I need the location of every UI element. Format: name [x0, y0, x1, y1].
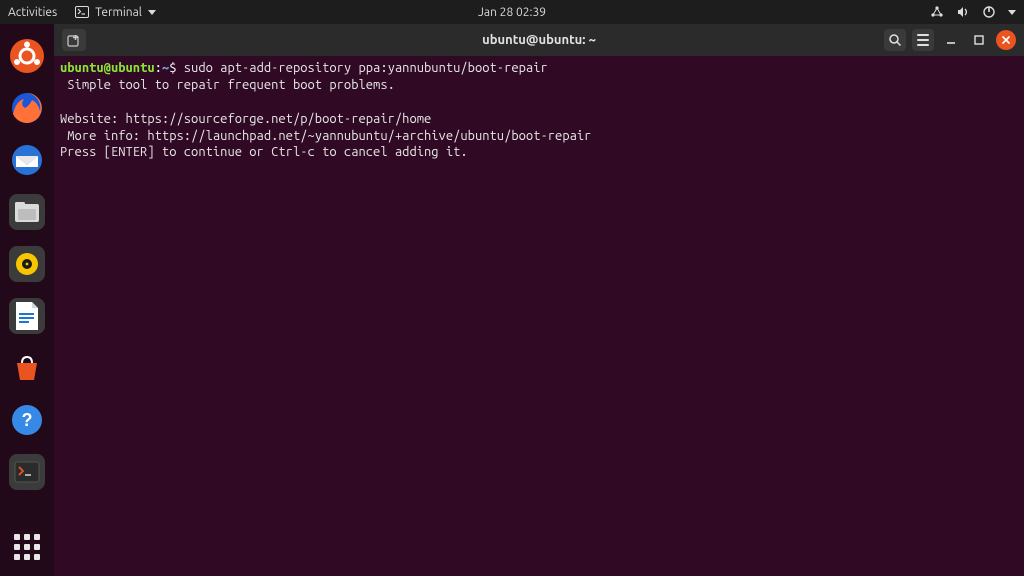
terminal-app-icon	[14, 461, 40, 483]
show-apps-button[interactable]	[12, 532, 42, 562]
ubuntu-icon	[9, 38, 45, 74]
help-icon: ?	[11, 404, 43, 436]
firefox-icon	[10, 91, 44, 125]
prompt-user: ubuntu@ubuntu	[60, 61, 155, 75]
terminal-window-bar: ubuntu@ubuntu: ~	[54, 24, 1024, 56]
terminal-output[interactable]: ubuntu@ubuntu:~$ sudo apt-add-repository…	[54, 56, 1024, 576]
minimize-icon	[945, 34, 957, 46]
volume-icon	[956, 5, 970, 19]
chevron-down-icon	[148, 10, 156, 15]
gnome-top-panel: Activities Terminal Jan 28 02:39	[0, 0, 1024, 24]
output-line: Website: https://sourceforge.net/p/boot-…	[60, 112, 431, 126]
music-icon	[13, 250, 41, 278]
app-menu[interactable]: Terminal	[75, 6, 156, 19]
maximize-icon	[973, 34, 985, 46]
minimize-button[interactable]	[940, 29, 962, 51]
app-menu-label: Terminal	[95, 6, 142, 19]
writer-icon	[14, 301, 40, 331]
search-icon	[888, 33, 902, 47]
dock-item-files[interactable]	[9, 194, 45, 230]
power-icon	[982, 5, 996, 19]
svg-text:?: ?	[22, 410, 33, 430]
network-icon	[930, 5, 944, 19]
dock-item-ubuntu[interactable]	[9, 38, 45, 74]
thunderbird-icon	[10, 143, 44, 177]
chevron-down-icon	[1008, 10, 1016, 15]
new-tab-icon	[67, 33, 81, 47]
dock-item-writer[interactable]: LibreOffice Writer	[9, 298, 45, 334]
clock[interactable]: Jan 28 02:39	[478, 6, 546, 19]
dock-item-software[interactable]	[9, 350, 45, 386]
menu-button[interactable]	[912, 29, 934, 51]
hamburger-icon	[917, 34, 929, 46]
close-icon	[1001, 35, 1011, 45]
software-icon	[11, 353, 43, 383]
prompt-dollar: $	[169, 61, 176, 75]
command-text: sudo apt-add-repository ppa:yannubuntu/b…	[184, 61, 548, 75]
dock-item-terminal[interactable]	[9, 454, 45, 490]
dock-item-firefox[interactable]	[9, 90, 45, 126]
dock-item-help[interactable]: ?	[9, 402, 45, 438]
dock-item-rhythmbox[interactable]	[9, 246, 45, 282]
dock-item-thunderbird[interactable]	[9, 142, 45, 178]
new-tab-button[interactable]	[62, 29, 86, 51]
close-button[interactable]	[996, 30, 1016, 50]
dock: LibreOffice Writer ?	[0, 24, 54, 576]
maximize-button[interactable]	[968, 29, 990, 51]
output-line: More info: https://launchpad.net/~yannub…	[60, 129, 591, 143]
output-line: Press [ENTER] to continue or Ctrl-c to c…	[60, 145, 468, 159]
output-line: Simple tool to repair frequent boot prob…	[60, 78, 395, 92]
terminal-icon	[75, 6, 89, 18]
search-button[interactable]	[884, 29, 906, 51]
window-title: ubuntu@ubuntu: ~	[482, 33, 596, 47]
system-status-area[interactable]	[930, 5, 1016, 19]
files-icon	[14, 200, 40, 224]
prompt-colon: :	[155, 61, 162, 75]
activities-button[interactable]: Activities	[8, 6, 57, 19]
